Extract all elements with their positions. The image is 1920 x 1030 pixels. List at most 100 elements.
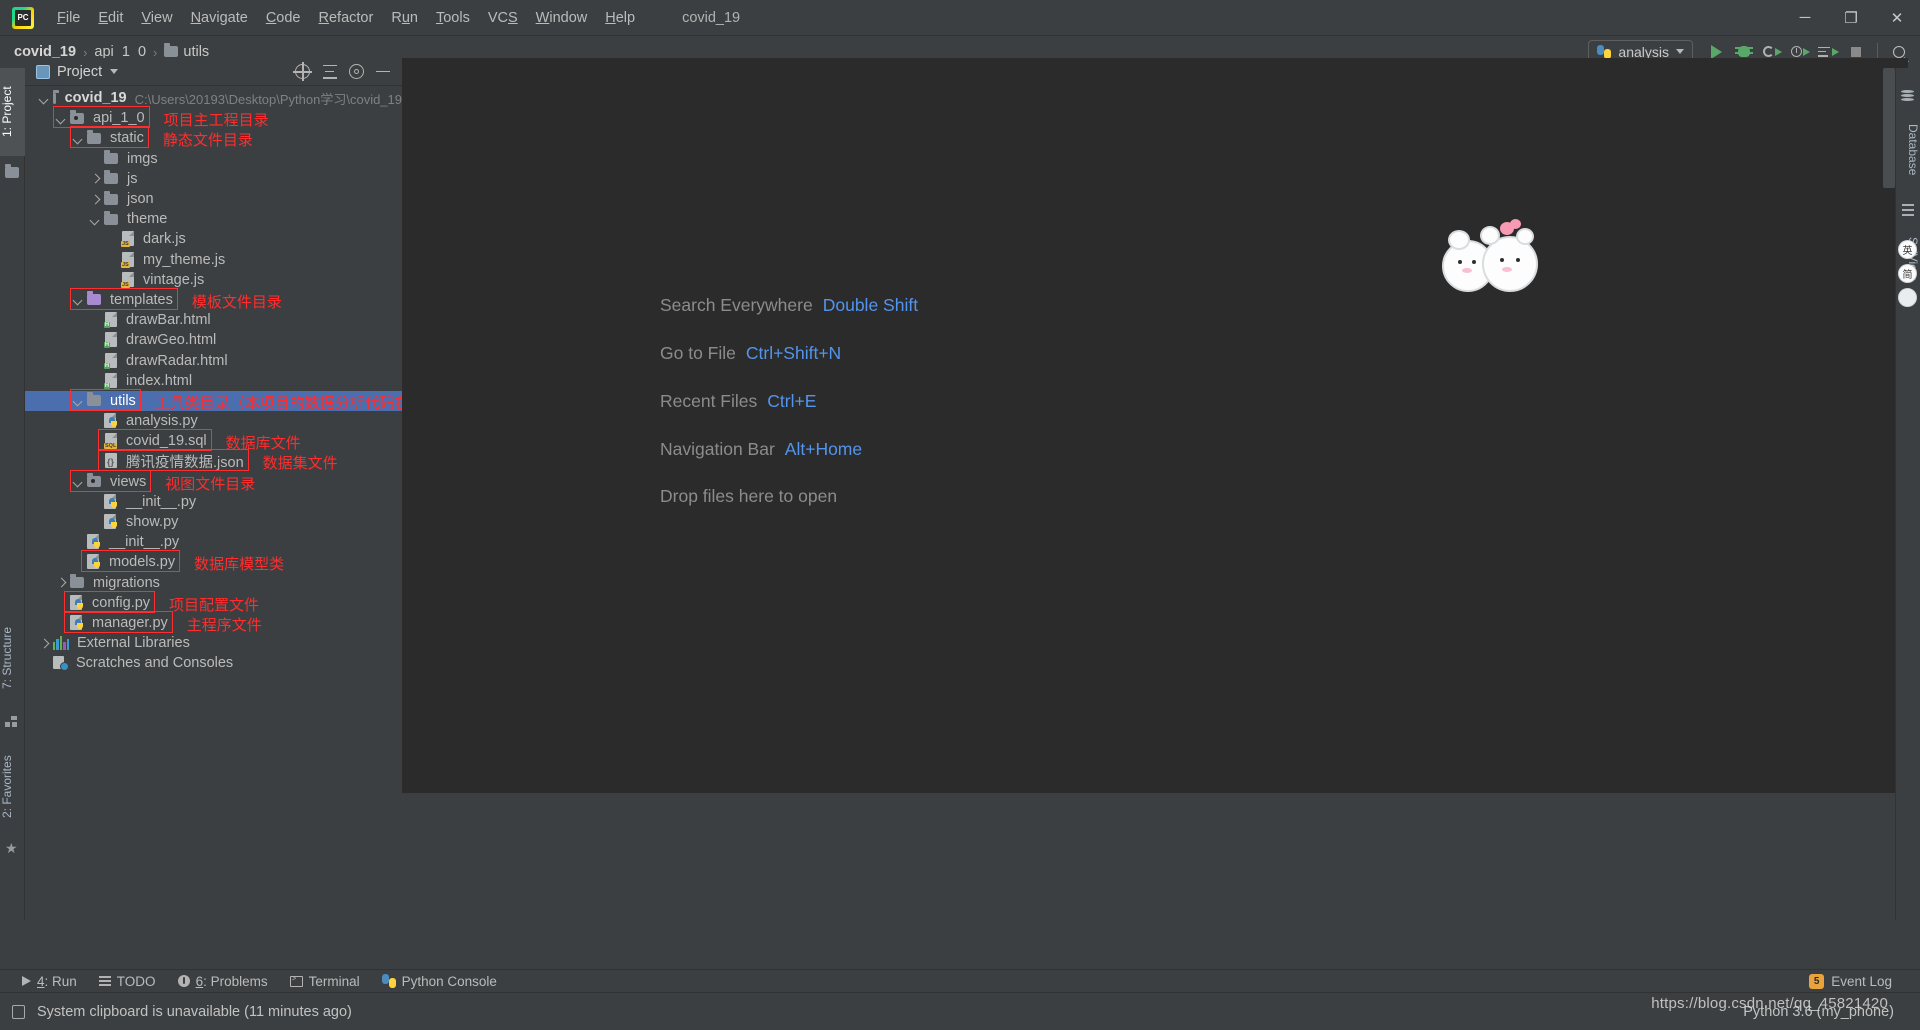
sidebar-item-database[interactable]: Database	[1895, 110, 1920, 190]
tree-node-static[interactable]: static	[25, 128, 402, 148]
menu-item-vcs[interactable]: VCS	[479, 7, 527, 29]
console-icon	[1817, 46, 1830, 57]
tree-node-tencent.json[interactable]: {} 腾讯疫情数据.json	[25, 451, 402, 471]
tree-node-vintage.js[interactable]: JS vintage.js	[25, 270, 402, 290]
tree-node-covid_19[interactable]: covid_19 C:\Users\20193\Desktop\Python学习\…	[25, 88, 402, 108]
sidebar-item-favorites[interactable]: 2: Favorites	[0, 740, 25, 834]
tree-node-dark.js[interactable]: JS dark.js	[25, 229, 402, 249]
tree-node-label: 腾讯疫情数据.json	[126, 454, 244, 471]
menu-item-refactor[interactable]: Refactor	[310, 7, 383, 29]
collapse-all-icon[interactable]	[322, 64, 337, 79]
editor-scrollbar[interactable]	[1883, 68, 1895, 188]
project-tree[interactable]: covid_19 C:\Users\20193\Desktop\Python学习\…	[25, 86, 402, 793]
tree-node-api__init__[interactable]: __init__.py	[25, 532, 402, 552]
chevron-down-icon[interactable]	[90, 214, 101, 225]
tree-node-api_1_0[interactable]: api_1_0	[25, 108, 402, 128]
shortcut-hint-row: Recent Files Ctrl+E	[660, 390, 918, 412]
menu-item-view[interactable]: View	[132, 7, 181, 29]
shortcut-key-label: Double Shift	[822, 295, 919, 315]
tree-node-config.py[interactable]: config.py	[25, 593, 402, 613]
tree-node-my_theme.js[interactable]: JS my_theme.js	[25, 250, 402, 270]
python-icon	[381, 974, 396, 988]
chevron-right-icon[interactable]	[90, 194, 101, 205]
tree-node-index.html[interactable]: Hindex.html	[25, 371, 402, 391]
tool-button-problems[interactable]: 6: Problems	[177, 974, 268, 989]
ime-language-icon[interactable]: 英	[1898, 240, 1917, 259]
tree-node-scratches[interactable]: Scratches and Consoles	[25, 653, 402, 673]
sciview-icon	[1902, 204, 1914, 216]
chevron-down-icon[interactable]	[73, 294, 84, 305]
menu-item-navigate[interactable]: Navigate	[182, 7, 257, 29]
tree-node-drawGeo.html[interactable]: HdrawGeo.html	[25, 330, 402, 350]
sidebar-item-structure[interactable]: 7: Structure	[0, 608, 25, 708]
tree-node-views[interactable]: views	[25, 472, 402, 492]
tool-button-python-console[interactable]: Python Console	[381, 974, 497, 989]
folder-icon	[164, 43, 179, 57]
chevron-right-icon[interactable]	[90, 173, 101, 184]
folder-icon	[53, 89, 59, 104]
menu-item-run[interactable]: Run	[382, 7, 427, 29]
menu-item-file[interactable]: File	[48, 7, 89, 29]
tree-node-label: vintage.js	[143, 271, 205, 288]
shortcut-action-label: Recent Files	[660, 391, 758, 411]
tree-node-covid_19.sql[interactable]: SQL covid_19.sql	[25, 431, 402, 451]
chevron-down-icon[interactable]	[73, 133, 84, 144]
tree-node-label: utils	[110, 392, 136, 409]
minimize-button[interactable]: ─	[1782, 0, 1828, 35]
tree-node-label: analysis.py	[126, 413, 198, 430]
tree-node-show.py[interactable]: show.py	[25, 512, 402, 532]
database-icon	[1901, 90, 1914, 103]
menu-item-window[interactable]: Window	[527, 7, 597, 29]
tree-node-json[interactable]: json	[25, 189, 402, 209]
locate-icon[interactable]	[293, 62, 312, 81]
tree-node-views__init__[interactable]: __init__.py	[25, 492, 402, 512]
tree-node-drawBar.html[interactable]: HdrawBar.html	[25, 310, 402, 330]
chevron-down-icon[interactable]	[56, 113, 67, 124]
sidebar-item-project[interactable]: 1: Project	[0, 68, 25, 156]
tree-node-templates[interactable]: templates	[25, 290, 402, 310]
folder-icon	[104, 170, 118, 185]
chevron-down-icon[interactable]	[110, 69, 119, 74]
python-file-icon	[70, 594, 85, 611]
ime-extra-icon[interactable]	[1898, 288, 1917, 307]
tree-node-analysis.py[interactable]: analysis.py	[25, 411, 402, 431]
folder-icon	[87, 392, 101, 407]
menu-item-code[interactable]: Code	[257, 7, 310, 29]
tree-node-migrations[interactable]: migrations	[25, 573, 402, 593]
tree-node-external[interactable]: External Libraries	[25, 633, 402, 653]
ime-mode-icon[interactable]: 简	[1898, 264, 1917, 283]
tree-node-theme[interactable]: theme	[25, 209, 402, 229]
hide-icon[interactable]	[376, 70, 390, 73]
tree-node-models.py[interactable]: models.py	[25, 552, 402, 572]
tool-button-todo[interactable]: TODO	[98, 974, 156, 989]
maximize-button[interactable]: ❐	[1828, 0, 1874, 35]
tree-node-drawRadar.html[interactable]: HdrawRadar.html	[25, 350, 402, 370]
chevron-down-icon[interactable]	[39, 93, 50, 104]
tree-node-utils[interactable]: utils	[25, 390, 402, 411]
python-icon	[1597, 44, 1612, 59]
menu-item-tools[interactable]: Tools	[427, 7, 479, 29]
close-button[interactable]: ✕	[1874, 0, 1920, 35]
settings-gear-icon[interactable]	[349, 64, 364, 79]
chevron-right-icon[interactable]	[39, 638, 50, 649]
folder-purple-icon	[87, 291, 101, 306]
js-file-icon: JS	[121, 251, 136, 268]
tool-button-terminal[interactable]: Terminal	[289, 974, 360, 989]
tree-node-label: json	[127, 191, 154, 208]
tree-node-js[interactable]: js	[25, 169, 402, 189]
html-file-icon: H	[104, 372, 119, 389]
chevron-down-icon[interactable]	[73, 476, 84, 487]
tree-node-imgs[interactable]: imgs	[25, 149, 402, 169]
chevron-right-icon[interactable]	[56, 577, 67, 588]
event-log-button[interactable]: 5 Event Log	[1809, 973, 1892, 989]
tool-button-run[interactable]: 4: Run	[22, 974, 77, 989]
chevron-down-icon[interactable]	[73, 395, 84, 406]
shortcut-action-label: Search Everywhere	[660, 295, 813, 315]
menu-item-help[interactable]: Help	[596, 7, 644, 29]
tree-node-manager.py[interactable]: manager.py	[25, 613, 402, 633]
clipboard-icon	[12, 1004, 25, 1019]
menu-item-edit[interactable]: Edit	[89, 7, 132, 29]
